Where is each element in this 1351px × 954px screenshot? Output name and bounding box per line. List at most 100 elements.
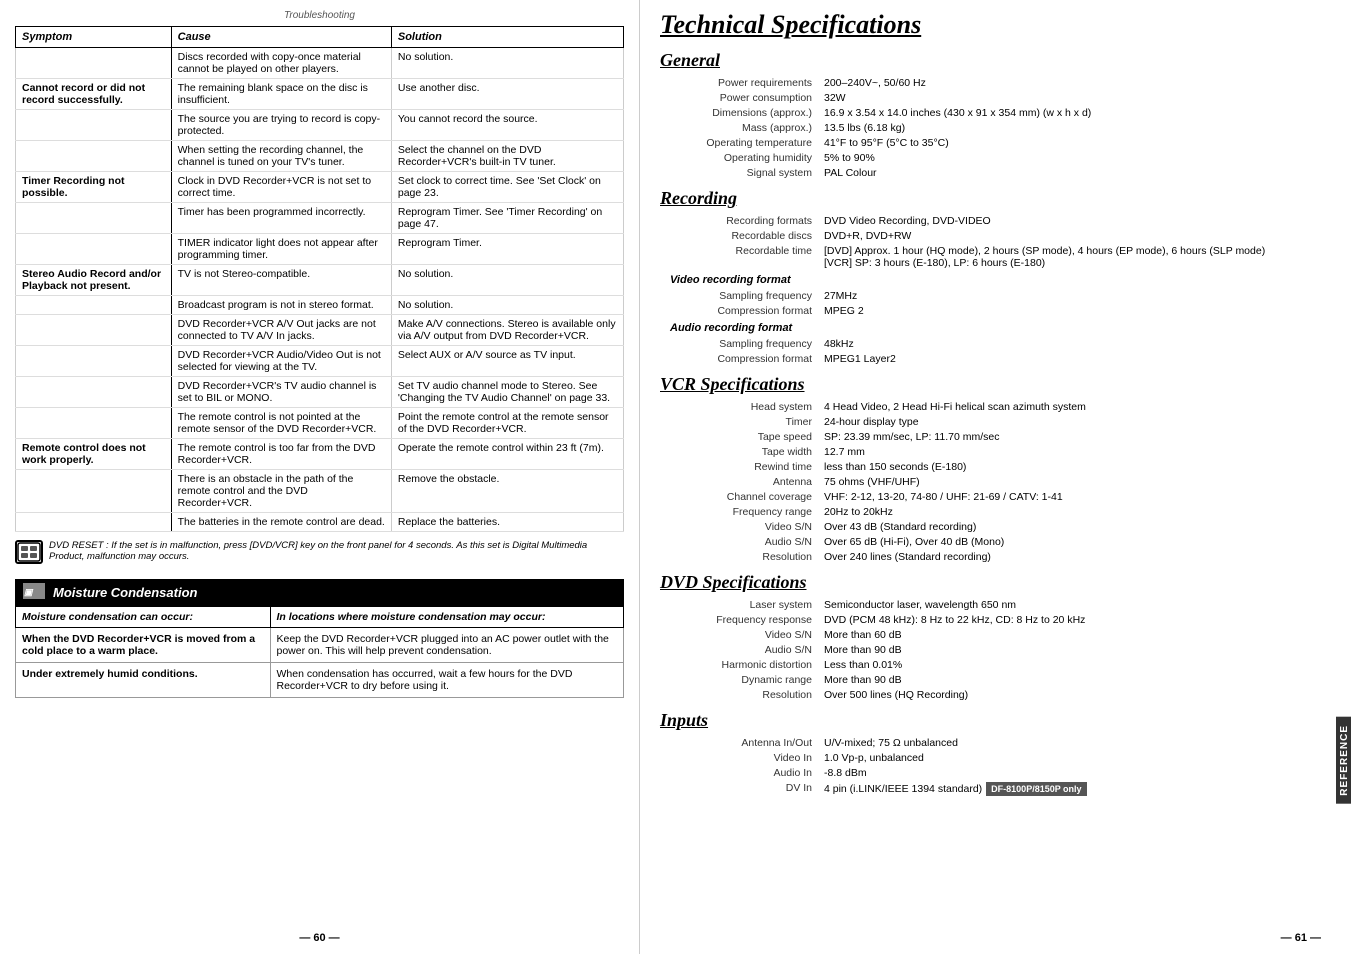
- spec-value-cell: 1.0 Vp-p, unbalanced: [820, 750, 1331, 765]
- spec-value-cell: 16.9 x 3.54 x 14.0 inches (430 x 91 x 35…: [820, 105, 1331, 120]
- spec-row: Sampling frequency27MHz: [660, 288, 1331, 303]
- recording-specs-table: Recording formatsDVD Video Recording, DV…: [660, 213, 1331, 270]
- spec-row: Frequency range20Hz to 20kHz: [660, 504, 1331, 519]
- svg-text:▣: ▣: [24, 587, 34, 597]
- solution-cell: No solution.: [391, 48, 623, 79]
- spec-value-cell: 20Hz to 20kHz: [820, 504, 1331, 519]
- video-recording-format-table: Sampling frequency27MHzCompression forma…: [660, 288, 1331, 318]
- moisture-col2-header: In locations where moisture condensation…: [270, 607, 624, 628]
- spec-label-cell: Sampling frequency: [660, 288, 820, 303]
- spec-label-cell: Harmonic distortion: [660, 657, 820, 672]
- spec-row: Signal systemPAL Colour: [660, 165, 1331, 180]
- spec-row: Head system4 Head Video, 2 Head Hi-Fi he…: [660, 399, 1331, 414]
- spec-value-cell: Over 43 dB (Standard recording): [820, 519, 1331, 534]
- inputs-specs-table: Antenna In/OutU/V-mixed; 75 Ω unbalanced…: [660, 735, 1331, 797]
- spec-value-cell: Semiconductor laser, wavelength 650 nm: [820, 597, 1331, 612]
- trouble-row: Timer has been programmed incorrectly.Re…: [16, 203, 624, 234]
- inputs-section-title: Inputs: [660, 710, 1331, 731]
- df-badge: DF-8100P/8150P only: [986, 782, 1086, 796]
- spec-row: Frequency responseDVD (PCM 48 kHz): 8 Hz…: [660, 612, 1331, 627]
- spec-label-cell: DV In: [660, 780, 820, 797]
- symptom-cell: Cannot record or did not record successf…: [16, 79, 172, 110]
- spec-value-cell: 24-hour display type: [820, 414, 1331, 429]
- cause-cell: The remote control is too far from the D…: [171, 439, 391, 470]
- moisture-header: ▣ Moisture Condensation: [15, 579, 624, 606]
- spec-value-cell: U/V-mixed; 75 Ω unbalanced: [820, 735, 1331, 750]
- spec-label-cell: Frequency range: [660, 504, 820, 519]
- solution-cell: Point the remote control at the remote s…: [391, 408, 623, 439]
- spec-row: Dimensions (approx.)16.9 x 3.54 x 14.0 i…: [660, 105, 1331, 120]
- spec-row: Audio In-8.8 dBm: [660, 765, 1331, 780]
- spec-value-cell: [DVD] Approx. 1 hour (HQ mode), 2 hours …: [820, 243, 1331, 270]
- moisture-title: Moisture Condensation: [53, 585, 197, 600]
- symptom-cell: [16, 141, 172, 172]
- audio-recording-format-title: Audio recording format: [670, 322, 1331, 334]
- cause-cell: TIMER indicator light does not appear af…: [171, 234, 391, 265]
- spec-label-cell: Video In: [660, 750, 820, 765]
- spec-label-cell: Recording formats: [660, 213, 820, 228]
- spec-row: Operating humidity5% to 90%: [660, 150, 1331, 165]
- spec-label-cell: Antenna In/Out: [660, 735, 820, 750]
- solution-header: Solution: [391, 27, 623, 48]
- video-recording-format-title: Video recording format: [670, 274, 1331, 286]
- spec-row: Operating temperature41°F to 95°F (5°C t…: [660, 135, 1331, 150]
- moisture-location-cell: Keep the DVD Recorder+VCR plugged into a…: [270, 628, 624, 663]
- spec-label-cell: Channel coverage: [660, 489, 820, 504]
- spec-label-cell: Video S/N: [660, 519, 820, 534]
- spec-row: Power requirements200–240V~, 50/60 Hz: [660, 75, 1331, 90]
- moisture-condition-cell: Under extremely humid conditions.: [16, 663, 271, 698]
- spec-label-cell: Audio S/N: [660, 642, 820, 657]
- spec-label-cell: Timer: [660, 414, 820, 429]
- trouble-row: Remote control does not work properly.Th…: [16, 439, 624, 470]
- trouble-row: Cannot record or did not record successf…: [16, 79, 624, 110]
- symptom-cell: [16, 408, 172, 439]
- spec-value-cell: VHF: 2-12, 13-20, 74-80 / UHF: 21-69 / C…: [820, 489, 1331, 504]
- spec-label-cell: Recordable discs: [660, 228, 820, 243]
- symptom-cell: [16, 110, 172, 141]
- trouble-row: The remote control is not pointed at the…: [16, 408, 624, 439]
- vcr-specs-table: Head system4 Head Video, 2 Head Hi-Fi he…: [660, 399, 1331, 564]
- spec-row: Harmonic distortionLess than 0.01%: [660, 657, 1331, 672]
- symptom-cell: [16, 346, 172, 377]
- trouble-row: Discs recorded with copy-once material c…: [16, 48, 624, 79]
- solution-cell: Remove the obstacle.: [391, 470, 623, 513]
- spec-value-cell: 32W: [820, 90, 1331, 105]
- spec-label-cell: Tape width: [660, 444, 820, 459]
- spec-label-cell: Tape speed: [660, 429, 820, 444]
- spec-value-cell: Less than 0.01%: [820, 657, 1331, 672]
- symptom-cell: Stereo Audio Record and/or Playback not …: [16, 265, 172, 296]
- spec-label-cell: Audio In: [660, 765, 820, 780]
- solution-cell: Operate the remote control within 23 ft …: [391, 439, 623, 470]
- cause-header: Cause: [171, 27, 391, 48]
- spec-label-cell: Dimensions (approx.): [660, 105, 820, 120]
- spec-value-cell: 12.7 mm: [820, 444, 1331, 459]
- dvd-reset-text: DVD RESET : If the set is in malfunction…: [49, 540, 624, 562]
- symptom-cell: [16, 377, 172, 408]
- dvd-specs-title: DVD Specifications: [660, 572, 1331, 593]
- spec-row: Compression formatMPEG1 Layer2: [660, 351, 1331, 366]
- spec-label-cell: Signal system: [660, 165, 820, 180]
- spec-label-cell: Mass (approx.): [660, 120, 820, 135]
- spec-label-cell: Antenna: [660, 474, 820, 489]
- spec-value-cell: Over 240 lines (Standard recording): [820, 549, 1331, 564]
- trouble-row: When setting the recording channel, the …: [16, 141, 624, 172]
- symptom-cell: [16, 315, 172, 346]
- solution-cell: Reprogram Timer. See 'Timer Recording' o…: [391, 203, 623, 234]
- trouble-row: The source you are trying to record is c…: [16, 110, 624, 141]
- cause-cell: The source you are trying to record is c…: [171, 110, 391, 141]
- cause-cell: DVD Recorder+VCR's TV audio channel is s…: [171, 377, 391, 408]
- solution-cell: No solution.: [391, 265, 623, 296]
- spec-row: Video S/NMore than 60 dB: [660, 627, 1331, 642]
- cause-cell: TV is not Stereo-compatible.: [171, 265, 391, 296]
- solution-cell: Select AUX or A/V source as TV input.: [391, 346, 623, 377]
- spec-row: Timer24-hour display type: [660, 414, 1331, 429]
- spec-value-cell: 13.5 lbs (6.18 kg): [820, 120, 1331, 135]
- spec-label-cell: Rewind time: [660, 459, 820, 474]
- vcr-specs-title: VCR Specifications: [660, 374, 1331, 395]
- dvd-reset-icon: [15, 540, 43, 564]
- spec-label-cell: Operating temperature: [660, 135, 820, 150]
- troubleshooting-header: Troubleshooting: [15, 10, 624, 21]
- moisture-col1-header: Moisture condensation can occur:: [16, 607, 271, 628]
- solution-cell: Set TV audio channel mode to Stereo. See…: [391, 377, 623, 408]
- solution-cell: Use another disc.: [391, 79, 623, 110]
